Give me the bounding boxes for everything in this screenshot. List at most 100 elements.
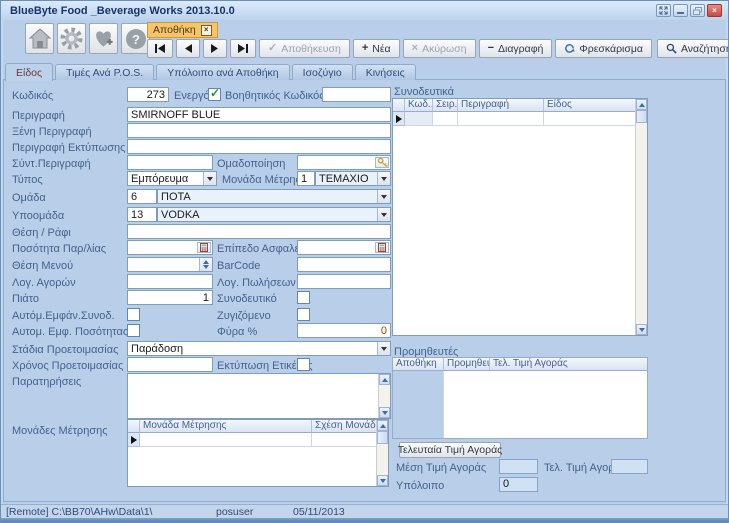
accompaniments-scrollbar[interactable] — [635, 99, 647, 335]
grid-cell[interactable] — [433, 112, 458, 126]
plate-input[interactable] — [127, 290, 213, 305]
scroll-thumb[interactable] — [636, 110, 647, 123]
tab-eidos[interactable]: Είδος — [5, 63, 53, 81]
type-combobox[interactable]: Εμπόρευμα — [127, 171, 217, 186]
grouping-lookup-button[interactable] — [375, 157, 389, 168]
notes-textarea[interactable] — [127, 373, 391, 419]
grid-cell[interactable] — [458, 112, 544, 126]
tab-kiniseis[interactable]: Κινήσεις — [355, 64, 416, 80]
search-button[interactable]: Αναζήτηση — [657, 39, 729, 58]
auto-show-qty-checkbox[interactable] — [127, 324, 140, 337]
print-label-checkbox[interactable] — [297, 358, 310, 371]
scroll-down-button[interactable] — [377, 475, 388, 486]
home-button[interactable] — [25, 23, 54, 54]
safety-level-calculator-button[interactable] — [375, 242, 389, 253]
scroll-down-button[interactable] — [379, 407, 390, 418]
subgroup-dropdown-button[interactable] — [377, 208, 390, 221]
delete-button-label: Διαγραφή — [498, 43, 543, 55]
notes-scrollbar[interactable] — [378, 374, 390, 418]
suppliers-col-last-price[interactable]: Τελ. Τιμή Αγοράς — [490, 358, 647, 371]
new-button[interactable]: + Νέα — [353, 39, 400, 58]
code-input[interactable] — [127, 87, 169, 102]
row-selector[interactable] — [128, 433, 140, 447]
window-restore-button[interactable] — [690, 4, 705, 17]
safety-level-input[interactable] — [297, 240, 391, 255]
document-tab-warehouse[interactable]: Αποθήκη × — [147, 22, 218, 38]
description-input[interactable] — [127, 107, 391, 122]
subgroup-combobox[interactable]: VODKA — [157, 207, 391, 222]
tab-ypoloipo-ana-apothiki[interactable]: Υπόλοιπο ανά Αποθήκη — [156, 64, 289, 80]
barcode-input[interactable] — [297, 257, 391, 272]
row-selector[interactable] — [393, 112, 405, 126]
group-combobox[interactable]: ΠΟΤΑ — [157, 189, 391, 204]
print-description-input[interactable] — [127, 139, 391, 154]
weighed-checkbox[interactable] — [297, 308, 310, 321]
foreign-description-input[interactable] — [127, 123, 391, 138]
favorites-button[interactable] — [89, 23, 118, 54]
prep-stages-label: Στάδια Προετοιμασίας — [12, 343, 118, 357]
nav-last-button[interactable] — [230, 39, 256, 58]
units-grid-col-unit[interactable]: Μονάδα Μέτρησης — [140, 420, 312, 433]
order-qty-calculator-button[interactable] — [197, 242, 211, 253]
grid-cell[interactable] — [405, 112, 433, 126]
units-grid-scrollbar[interactable] — [376, 420, 388, 486]
scroll-up-button[interactable] — [377, 420, 388, 431]
scroll-up-button[interactable] — [379, 374, 390, 385]
purchases-acct-input[interactable] — [127, 274, 213, 289]
type-dropdown-button[interactable] — [203, 172, 216, 185]
auto-show-accomp-checkbox[interactable] — [127, 308, 140, 321]
sales-acct-input[interactable] — [297, 274, 391, 289]
grid-cell[interactable] — [140, 433, 312, 447]
accomp-col-description[interactable]: Περιγραφή — [458, 99, 544, 112]
scroll-down-button[interactable] — [636, 324, 647, 335]
accompaniment-checkbox[interactable] — [297, 291, 310, 304]
short-description-input[interactable] — [127, 155, 213, 170]
nav-first-button[interactable] — [147, 39, 173, 58]
unit-code-input[interactable] — [297, 171, 315, 186]
save-button[interactable]: ✓ Αποθήκευση — [259, 39, 350, 58]
refresh-button[interactable]: Φρεσκάρισμα — [555, 39, 652, 58]
window-minimize-button[interactable] — [673, 4, 688, 17]
units-grid-col-relation[interactable]: Σχέση Μονάδος — [312, 420, 377, 433]
key-icon — [377, 157, 388, 168]
menu-position-spin-buttons[interactable] — [199, 258, 212, 271]
group-code-input[interactable] — [127, 189, 157, 204]
last-purchase-price-button[interactable]: Τελευταία Τιμή Αγοράς — [399, 442, 501, 458]
prep-stages-dropdown-button[interactable] — [377, 342, 390, 355]
settings-button[interactable] — [57, 23, 86, 54]
document-tab-close-button[interactable]: × — [201, 25, 212, 36]
suppliers-col-supplier[interactable]: Προμηθευ... — [444, 358, 490, 371]
waste-pct-input[interactable] — [297, 323, 391, 338]
suppliers-grid-body[interactable] — [443, 371, 647, 438]
grouping-input[interactable] — [297, 155, 391, 170]
nav-previous-button[interactable] — [176, 39, 200, 58]
window-close-button[interactable]: × — [707, 4, 722, 17]
close-icon: × — [712, 7, 717, 15]
accomp-col-code[interactable]: Κωδ... — [405, 99, 433, 112]
menu-position-stepper[interactable] — [127, 257, 213, 272]
prep-stages-combobox[interactable]: Παράδοση — [127, 341, 391, 356]
nav-next-button[interactable] — [203, 39, 227, 58]
tab-times-ana-pos[interactable]: Τιμές Ανά P.O.S. — [55, 64, 154, 80]
prep-time-input[interactable] — [127, 357, 213, 372]
tab-isozygio[interactable]: Ισοζύγιο — [292, 64, 353, 80]
cancel-button[interactable]: × Ακύρωση — [403, 39, 476, 58]
subgroup-code-input[interactable] — [127, 207, 157, 222]
suppliers-col-warehouse[interactable]: Αποθήκη — [393, 358, 444, 371]
shelf-input[interactable] — [127, 224, 391, 239]
aux-code-input[interactable] — [322, 87, 391, 102]
grid-cell[interactable] — [544, 112, 636, 126]
scroll-up-button[interactable] — [636, 99, 647, 110]
active-checkbox[interactable] — [208, 88, 221, 101]
order-qty-input[interactable] — [127, 240, 213, 255]
accomp-col-kind[interactable]: Είδος — [544, 99, 636, 112]
unit-dropdown-button[interactable] — [377, 172, 390, 185]
delete-button[interactable]: − Διαγραφή — [479, 39, 553, 58]
grid-cell[interactable] — [312, 433, 377, 447]
window-expand-button[interactable] — [656, 4, 671, 17]
unit-combobox[interactable]: ΤΕΜΑΧΙΟ — [315, 171, 391, 186]
help-button[interactable]: ? — [121, 23, 150, 54]
accomp-col-series[interactable]: Σειρ... — [433, 99, 458, 112]
scroll-thumb[interactable] — [377, 431, 388, 444]
group-dropdown-button[interactable] — [377, 190, 390, 203]
